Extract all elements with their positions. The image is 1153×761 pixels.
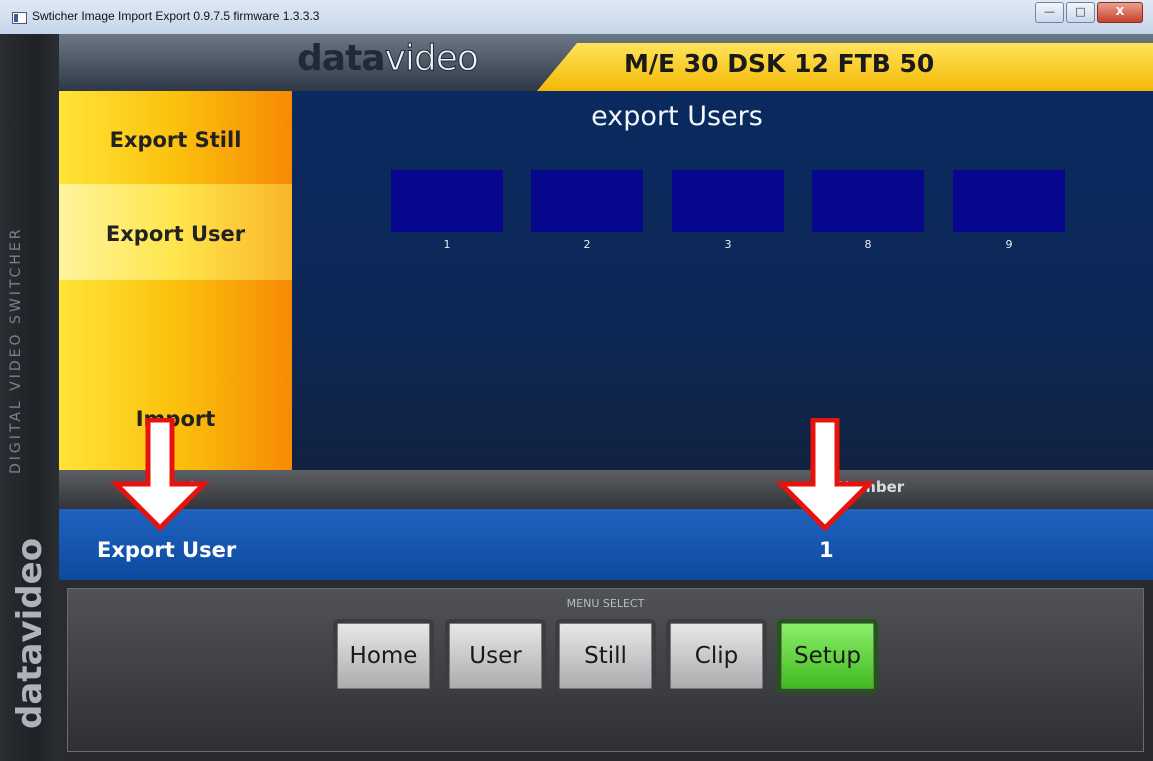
transition-status: M/E 30 DSK 12 FTB 50 (624, 49, 935, 78)
setup-button[interactable]: Setup (777, 619, 878, 693)
user-thumbnail[interactable] (531, 170, 643, 232)
window-titlebar: Swticher Image Import Export 0.9.7.5 fir… (0, 0, 1153, 35)
home-button[interactable]: Home (333, 619, 434, 693)
selection-bar[interactable]: Export User 1 (59, 509, 1153, 580)
menu-select-panel: MENU SELECT Home User Still Clip Setup (67, 588, 1144, 752)
user-thumbnail-label: 1 (443, 238, 451, 251)
user-thumbnail[interactable] (672, 170, 784, 232)
user-thumbnail-label: 8 (864, 238, 872, 251)
menu-export-still[interactable]: Export Still (59, 91, 292, 184)
bottom-menu-area: MENU SELECT Home User Still Clip Setup (59, 580, 1153, 761)
clip-button[interactable]: Clip (666, 619, 767, 693)
menu-export-user[interactable]: Export User (59, 184, 292, 280)
close-button[interactable]: X (1097, 2, 1143, 23)
selected-number[interactable]: 1 (819, 538, 834, 562)
logo-part-data: data (297, 38, 386, 79)
window-controls: — □ X (1033, 2, 1143, 23)
menu-select-label: MENU SELECT (566, 597, 645, 610)
user-thumbnail-label: 2 (583, 238, 591, 251)
maximize-button[interactable]: □ (1066, 2, 1095, 23)
user-thumbnail[interactable] (812, 170, 924, 232)
column-header-strip: Select Number (59, 470, 1153, 509)
still-button[interactable]: Still (555, 619, 656, 693)
export-users-panel: export Users 1 2 3 8 9 (292, 91, 1153, 470)
vertical-datavideo-logo: datavideo (10, 537, 50, 729)
logo-part-video: video (384, 38, 479, 80)
vertical-product-text: DIGITAL VIDEO SWITCHER (8, 226, 24, 474)
window-title: Swticher Image Import Export 0.9.7.5 fir… (32, 9, 320, 23)
minimize-button[interactable]: — (1035, 2, 1064, 23)
user-thumbnail[interactable] (953, 170, 1065, 232)
selected-function[interactable]: Export User (97, 538, 236, 562)
app-window-icon (12, 12, 27, 24)
down-arrow-annotation-icon (110, 418, 210, 532)
app-header: datavideo M/E 30 DSK 12 FTB 50 (59, 34, 1153, 91)
left-brand-bar: DIGITAL VIDEO SWITCHER datavideo (0, 34, 59, 761)
user-thumbnail-label: 9 (1005, 238, 1013, 251)
user-thumbnail[interactable] (391, 170, 503, 232)
user-button[interactable]: User (445, 619, 546, 693)
user-thumbnail-label: 3 (724, 238, 732, 251)
panel-title: export Users (591, 101, 763, 132)
datavideo-logo: datavideo (297, 38, 479, 80)
down-arrow-annotation-icon (775, 418, 875, 532)
